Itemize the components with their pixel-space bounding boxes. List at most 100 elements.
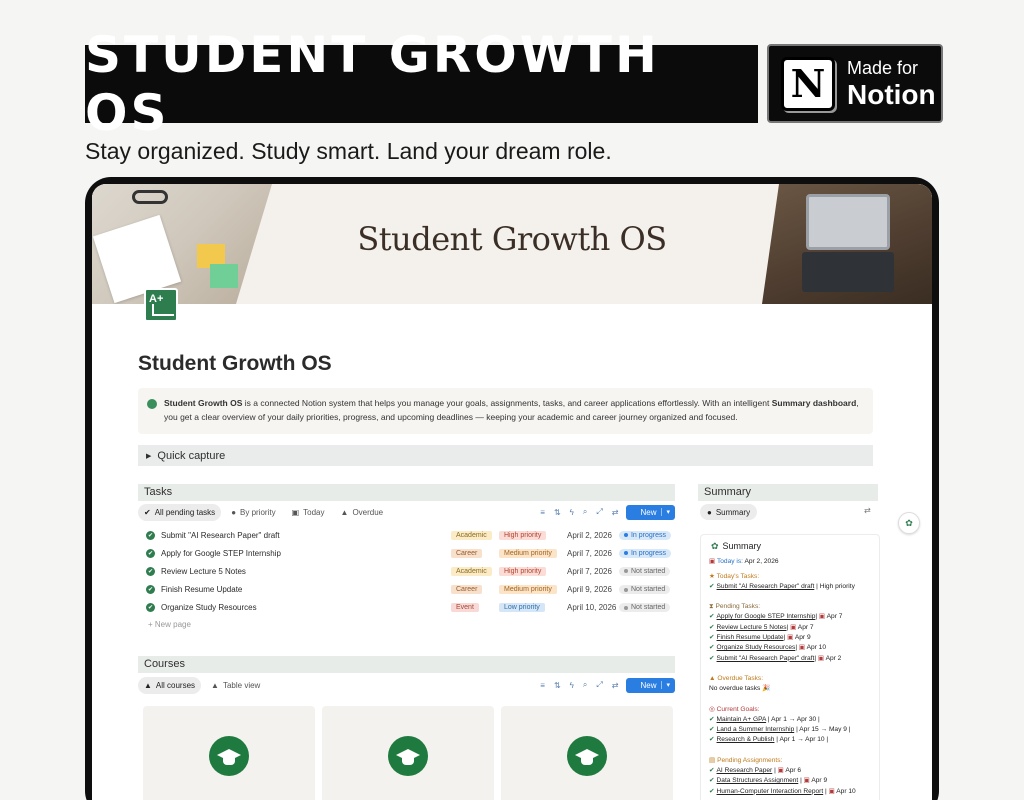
todays-tasks-label: ★ Today's Tasks:	[709, 572, 760, 580]
calendar-icon: ▣	[803, 777, 810, 785]
pending-tasks-label: ⧗ Pending Tasks:	[709, 603, 761, 611]
expand-icon[interactable]: ⤢	[596, 507, 602, 517]
tab-all-courses[interactable]: ▲ All courses	[138, 676, 202, 694]
hero-title-banner: STUDENT GROWTH OS	[85, 26, 758, 142]
category-tag: Event	[451, 603, 479, 613]
task-name[interactable]: Submit "AI Research Paper" draft	[161, 531, 451, 540]
pending-assignments-label: ▤ Pending Assignments:	[709, 756, 783, 764]
check-icon: ✔	[709, 634, 715, 642]
cover-title: Student Growth OS	[357, 220, 667, 258]
calendar-icon: ▣	[790, 623, 797, 631]
quick-capture-toggle[interactable]: ▶ Quick capture	[138, 445, 873, 466]
due-date: April 2, 2026	[566, 530, 612, 540]
tasks-new-button[interactable]: New ▾	[626, 504, 675, 520]
pending-task-link: Organize Study Resources	[716, 644, 796, 652]
task-row[interactable]: ✔ Apply for Google STEP Internship Career M…	[146, 544, 672, 562]
course-card[interactable]	[143, 706, 315, 800]
intro-callout: Student Growth OS is a connected Notion …	[138, 388, 873, 434]
task-name[interactable]: Organize Study Resources	[161, 603, 451, 612]
sort-icon[interactable]: ⇅	[554, 508, 561, 517]
settings-sliders-icon[interactable]: ⇄	[864, 506, 871, 515]
task-name[interactable]: Finish Resume Update	[161, 585, 451, 594]
overdue-value: No overdue tasks 🎉	[709, 685, 771, 693]
tab-overdue[interactable]: ▲ Overdue	[335, 504, 390, 521]
calendar-icon: ▣	[817, 654, 825, 662]
page-icon[interactable]: A+	[144, 288, 178, 322]
tab-all-pending-tasks[interactable]: ✔ All pending tasks	[138, 503, 222, 521]
notion-logo-icon: N	[781, 56, 835, 111]
summary-card: ✿ Summary ▣ Today is: Apr 2, 2026 ★ Today…	[700, 534, 880, 800]
sprout-icon: ✿	[711, 541, 719, 551]
courses-view-row: ▲ All courses ▲ Table view ≡ ⇅ ϟ ⌕ ⤢ ⇄ New…	[138, 676, 675, 694]
check-icon: ✔	[709, 736, 715, 744]
goal-link: Land a Summer Internship	[716, 726, 795, 734]
summary-section-title: Summary	[698, 484, 878, 501]
settings-sliders-icon[interactable]: ⇄	[612, 681, 619, 690]
check-circle-icon[interactable]: ✔	[146, 530, 155, 540]
current-goals-label: ◎ Current Goals:	[709, 705, 760, 713]
pending-task-link: Submit "AI Research Paper" draft	[716, 654, 815, 662]
sort-icon[interactable]: ⇅	[554, 681, 561, 690]
status-badge: Not started	[619, 585, 671, 595]
courses-new-button[interactable]: New ▾	[626, 677, 675, 693]
assignment-link: AI Research Paper	[716, 767, 773, 775]
check-circle-icon[interactable]: ✔	[146, 548, 155, 558]
priority-tag: Low priority	[499, 603, 545, 613]
tab-table-view[interactable]: ▲ Table view	[205, 677, 266, 694]
check-icon: ✔	[709, 715, 715, 723]
status-badge: In progress	[618, 530, 672, 540]
status-badge: Not started	[619, 566, 671, 576]
goal-link: Research & Publish	[716, 736, 775, 744]
tab-by-priority[interactable]: ● By priority	[225, 504, 281, 521]
course-card[interactable]	[501, 706, 673, 800]
settings-sliders-icon[interactable]: ⇄	[612, 508, 619, 517]
course-card[interactable]	[322, 706, 494, 800]
search-icon[interactable]: ⌕	[583, 680, 587, 690]
check-icon: ✔	[709, 767, 715, 775]
assignment-link: Human-Computer Interaction Report	[716, 787, 824, 795]
task-name[interactable]: Review Lecture 5 Notes	[161, 567, 451, 576]
graduation-cap-icon	[567, 736, 607, 776]
filter-icon[interactable]: ≡	[540, 681, 545, 690]
check-icon: ✔	[709, 613, 715, 621]
expand-icon[interactable]: ⤢	[596, 680, 602, 690]
tab-summary[interactable]: ● Summary	[700, 504, 758, 520]
today-line: ▣ Today is: Apr 2, 2026	[709, 558, 779, 566]
graduation-cap-icon: ▲	[211, 680, 219, 690]
category-tag: Career	[451, 585, 483, 595]
calendar-icon: ▣	[828, 787, 835, 795]
graduation-cap-icon: ▲	[144, 680, 152, 690]
badge-small-text: Made for	[847, 57, 919, 78]
priority-tag: High priority	[499, 566, 547, 576]
check-circle-icon[interactable]: ✔	[146, 566, 155, 576]
tasks-view-row: ✔ All pending tasks ● By priority ▣ Today ▲…	[138, 503, 675, 521]
check-circle-icon[interactable]: ✔	[146, 585, 155, 595]
tab-today[interactable]: ▣ Today	[286, 504, 331, 521]
pending-task-link: Review Lecture 5 Notes	[716, 623, 787, 631]
new-page-button[interactable]: + New page	[148, 620, 191, 629]
task-row[interactable]: ✔ Review Lecture 5 Notes Academic High prio…	[146, 562, 671, 580]
lightning-icon[interactable]: ϟ	[570, 508, 574, 517]
check-icon: ✔	[709, 654, 715, 662]
graduation-cap-icon	[209, 736, 249, 776]
page-title: Student Growth OS	[138, 352, 332, 375]
due-date: April 10, 2026	[567, 603, 617, 613]
check-icon: ✔	[709, 726, 715, 734]
toggle-triangle-icon: ▶	[146, 452, 152, 460]
task-name[interactable]: Apply for Google STEP Internship	[161, 549, 451, 558]
filter-icon[interactable]: ≡	[540, 508, 545, 517]
search-icon[interactable]: ⌕	[583, 507, 587, 517]
priority-tag: Medium priority	[499, 585, 557, 595]
page-cover: Student Growth OS	[92, 184, 932, 304]
task-row[interactable]: ✔ Finish Resume Update Career Medium priori…	[146, 581, 671, 599]
calendar-icon: ▣	[291, 507, 300, 517]
target-icon: ◎	[709, 705, 715, 713]
badge-big-text: Notion	[847, 78, 936, 110]
sprout-float-icon[interactable]: ✿	[898, 512, 920, 534]
task-row[interactable]: ✔ Submit "AI Research Paper" draft Academi…	[146, 526, 672, 544]
lightning-icon[interactable]: ϟ	[570, 681, 574, 690]
task-row[interactable]: ✔ Organize Study Resources Event Low priori…	[146, 599, 671, 617]
chevron-down-icon: ▾	[661, 681, 670, 689]
check-icon: ✔	[709, 777, 715, 785]
check-circle-icon[interactable]: ✔	[146, 603, 155, 613]
